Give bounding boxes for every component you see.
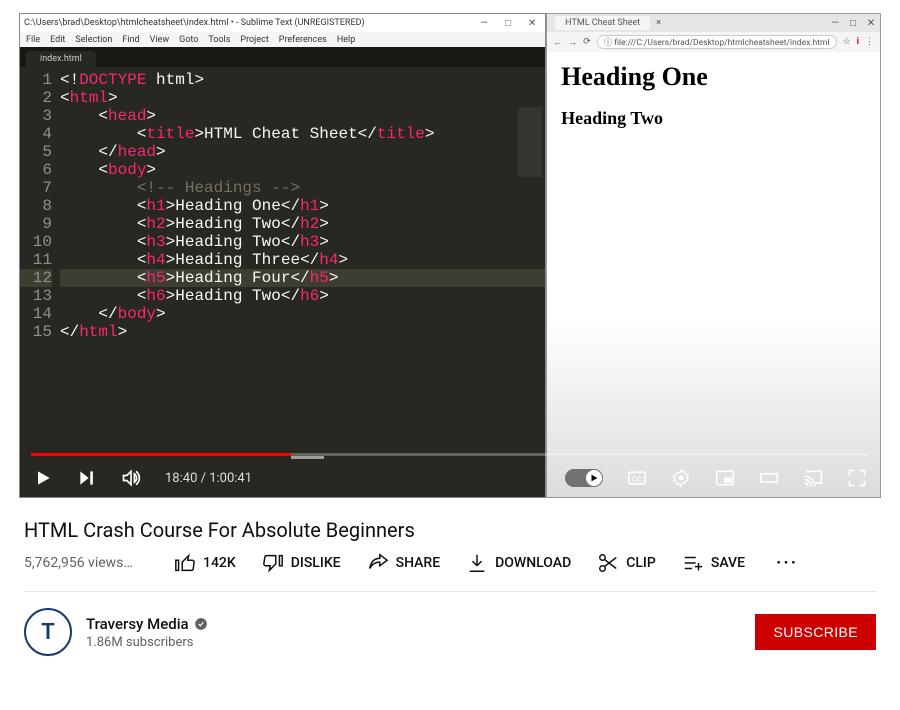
dislike-button[interactable]: DISLIKE xyxy=(262,550,341,575)
share-icon xyxy=(367,552,389,574)
verified-icon xyxy=(194,617,208,631)
menu-item: View xyxy=(150,35,169,45)
fullscreen-icon[interactable] xyxy=(847,468,867,488)
menu-item: Goto xyxy=(179,35,198,45)
minimize-icon: — xyxy=(475,18,493,29)
line-gutter: 123456789101112131415 xyxy=(20,71,60,497)
like-button[interactable]: 142K xyxy=(174,550,236,575)
editor-window: C:\Users\brad\Desktop\htmlcheatsheet\ind… xyxy=(19,13,546,498)
lastpass-icon: i xyxy=(857,37,859,47)
download-button[interactable]: DOWNLOAD xyxy=(466,550,571,575)
next-icon[interactable] xyxy=(77,468,97,488)
settings-icon[interactable] xyxy=(671,468,691,488)
browser-viewport: Heading One Heading Two xyxy=(547,52,880,497)
miniplayer-icon[interactable] xyxy=(715,468,735,488)
menu-item: Tools xyxy=(208,35,230,45)
more-actions-button[interactable]: ⋯ xyxy=(771,550,803,575)
channel-name[interactable]: Traversy Media xyxy=(86,615,755,633)
browser-toolbar: ← → ⟳ ⓘ file:///C:/Users/brad/Desktop/ht… xyxy=(547,32,880,52)
menu-item: Preferences xyxy=(279,35,327,45)
playlist-add-icon xyxy=(682,552,704,574)
browser-tabstrip: HTML Cheat Sheet × — □ ✕ xyxy=(547,14,880,32)
forward-icon: → xyxy=(568,37,577,48)
share-button[interactable]: SHARE xyxy=(367,550,441,575)
volume-icon[interactable] xyxy=(121,468,141,488)
subscriber-count: 1.86M subscribers xyxy=(86,635,755,650)
menu-item: File xyxy=(26,35,40,45)
back-icon: ← xyxy=(553,37,562,48)
download-icon xyxy=(466,552,488,574)
autoplay-toggle[interactable] xyxy=(565,469,603,487)
reload-icon: ⟳ xyxy=(583,37,591,47)
cast-icon[interactable] xyxy=(803,468,823,488)
rendered-h1: Heading One xyxy=(561,62,866,92)
channel-avatar[interactable]: T xyxy=(24,608,72,656)
menu-item: Project xyxy=(240,35,268,45)
browser-window: HTML Cheat Sheet × — □ ✕ ← → ⟳ ⓘ file://… xyxy=(546,13,881,498)
scissors-icon xyxy=(597,552,619,574)
progress-played xyxy=(31,453,291,456)
time-display: 18:40 / 1:00:41 xyxy=(165,471,252,486)
menu-item: Selection xyxy=(75,35,112,45)
close-icon: ✕ xyxy=(523,18,541,29)
video-player[interactable]: C:\Users\brad\Desktop\htmlcheatsheet\ind… xyxy=(19,13,881,498)
bookmark-icon: ☆ xyxy=(843,37,851,47)
menu-item: Edit xyxy=(50,35,65,45)
video-frame: C:\Users\brad\Desktop\htmlcheatsheet\ind… xyxy=(19,13,881,498)
menu-item: Find xyxy=(122,35,139,45)
thumb-down-icon xyxy=(262,552,284,574)
play-icon[interactable] xyxy=(33,468,53,488)
code-body: <!DOCTYPE html><html> <head> <title>HTML… xyxy=(60,71,545,497)
close-icon: ✕ xyxy=(862,18,880,29)
menu-item: Help xyxy=(337,35,355,45)
browser-menu-icon: ⋮ xyxy=(865,37,874,47)
editor-menubar: File Edit Selection Find View Goto Tools Projec… xyxy=(20,32,545,47)
progress-bar[interactable] xyxy=(31,453,869,456)
rendered-h2: Heading Two xyxy=(561,108,866,129)
save-button[interactable]: SAVE xyxy=(682,550,745,575)
maximize-icon: □ xyxy=(499,18,517,29)
player-controls: 18:40 / 1:00:41 CC xyxy=(19,458,881,498)
view-count: 5,762,956 views… xyxy=(24,555,164,571)
video-title: HTML Crash Course For Absolute Beginners xyxy=(24,518,876,542)
clip-button[interactable]: CLIP xyxy=(597,550,656,575)
captions-icon[interactable]: CC xyxy=(627,468,647,488)
thumb-up-icon xyxy=(174,552,196,574)
browser-tab: HTML Cheat Sheet xyxy=(555,16,650,30)
minimize-icon: — xyxy=(826,18,844,29)
theater-icon[interactable] xyxy=(759,468,779,488)
code-area: 123456789101112131415 <!DOCTYPE html><ht… xyxy=(20,67,545,497)
subscribe-button[interactable]: SUBSCRIBE xyxy=(755,614,876,650)
svg-text:CC: CC xyxy=(632,474,643,483)
minimap xyxy=(518,107,542,177)
maximize-icon: □ xyxy=(844,18,862,29)
editor-titlebar: C:\Users\brad\Desktop\htmlcheatsheet\ind… xyxy=(20,14,545,32)
editor-tabbar: index.html xyxy=(20,47,545,67)
address-bar: ⓘ file:///C:/Users/brad/Desktop/htmlchea… xyxy=(597,35,837,49)
editor-title-path: C:\Users\brad\Desktop\htmlcheatsheet\ind… xyxy=(24,18,365,28)
editor-tab: index.html xyxy=(26,51,96,67)
